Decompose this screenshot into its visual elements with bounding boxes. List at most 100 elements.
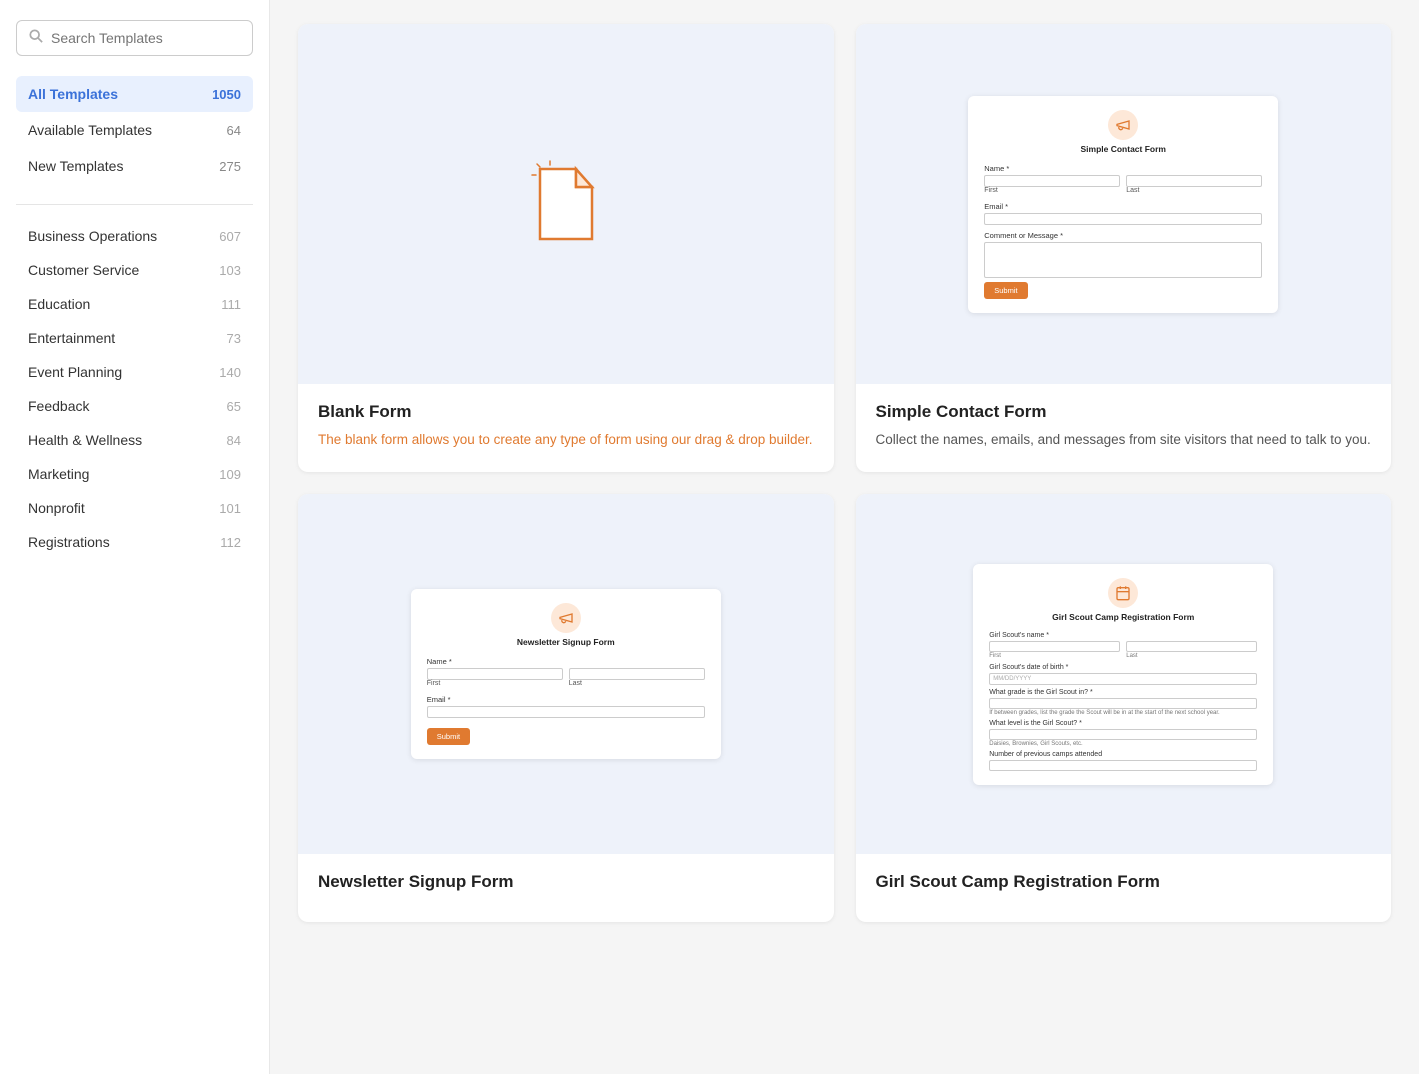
scout-dob-input: MM/DD/YYYY [989,673,1257,685]
category-list: Business Operations 607 Customer Service… [16,219,253,559]
scout-camps-input [989,760,1257,771]
category-count: 112 [220,535,241,550]
scout-last-col: Last [1126,641,1257,659]
newsletter-last-input [569,668,705,680]
category-count: 111 [221,297,241,312]
search-box[interactable] [16,20,253,56]
template-card-blank[interactable]: Blank Form The blank form allows you to … [298,24,834,472]
mini-contact-form: Simple Contact Form Name * First Last [968,96,1278,313]
templates-grid: Blank Form The blank form allows you to … [298,24,1391,922]
card-title-contact: Simple Contact Form [876,402,1372,422]
scout-dob-placeholder: MM/DD/YYYY [993,676,1031,682]
card-preview-girlscout: Girl Scout Camp Registration Form Girl S… [856,494,1392,854]
all-templates-item[interactable]: All Templates 1050 [16,76,253,112]
mini-form-header: Simple Contact Form [984,110,1262,154]
first-label: First [984,187,1120,194]
category-registrations[interactable]: Registrations 112 [16,525,253,559]
template-card-newsletter[interactable]: Newsletter Signup Form Name * First Last [298,494,834,922]
scout-last-input [1126,641,1257,652]
card-title-newsletter: Newsletter Signup Form [318,872,814,892]
category-count: 65 [227,399,241,414]
category-label: Business Operations [28,228,157,244]
category-label: Event Planning [28,364,122,380]
category-education[interactable]: Education 111 [16,287,253,321]
newsletter-form-submit[interactable]: Submit [427,728,470,745]
category-customer-service[interactable]: Customer Service 103 [16,253,253,287]
category-count: 140 [219,365,241,380]
newsletter-name-row: First Last [427,668,705,689]
card-body-newsletter: Newsletter Signup Form [298,854,834,922]
newsletter-name-label: Name * [427,657,705,666]
scout-grade-label: What grade is the Girl Scout in? * [989,689,1257,696]
scout-first-col: First [989,641,1120,659]
name-field-label: Name * [984,164,1262,173]
category-label: Education [28,296,90,312]
mini-girlscout-title: Girl Scout Camp Registration Form [1052,612,1194,622]
newsletter-first-field: First [427,668,563,689]
available-templates-label: Available Templates [28,122,152,138]
scout-level-hint: Daisies, Brownies, Girl Scouts, etc. [989,741,1257,747]
scout-dob-label: Girl Scout's date of birth * [989,664,1257,671]
category-health-wellness[interactable]: Health & Wellness 84 [16,423,253,457]
category-label: Customer Service [28,262,139,278]
template-card-contact[interactable]: Simple Contact Form Name * First Last [856,24,1392,472]
category-count: 101 [219,501,241,516]
blank-form-icon [526,159,606,249]
scout-level-input [989,729,1257,740]
category-label: Entertainment [28,330,115,346]
category-business-operations[interactable]: Business Operations 607 [16,219,253,253]
name-row: First Last [984,175,1262,196]
scout-level-label: What level is the Girl Scout? * [989,720,1257,727]
card-body-girlscout: Girl Scout Camp Registration Form [856,854,1392,922]
template-card-girlscout[interactable]: Girl Scout Camp Registration Form Girl S… [856,494,1392,922]
category-label: Health & Wellness [28,432,142,448]
newsletter-first-input [427,668,563,680]
scout-grade-input [989,698,1257,709]
comment-textarea [984,242,1262,278]
sidebar-divider [16,204,253,205]
new-templates-item[interactable]: New Templates 275 [16,148,253,184]
newsletter-first-label: First [427,680,563,687]
megaphone-icon-newsletter [551,603,581,633]
card-description-contact: Collect the names, emails, and messages … [876,430,1372,450]
scout-last-label: Last [1126,653,1257,659]
card-preview-contact: Simple Contact Form Name * First Last [856,24,1392,384]
category-marketing[interactable]: Marketing 109 [16,457,253,491]
category-count: 607 [219,229,241,244]
last-name-input [1126,175,1262,187]
card-preview-blank [298,24,834,384]
category-count: 109 [219,467,241,482]
new-templates-count: 275 [219,159,241,174]
category-feedback[interactable]: Feedback 65 [16,389,253,423]
newsletter-last-label: Last [569,680,705,687]
mini-newsletter-form: Newsletter Signup Form Name * First Last [411,589,721,759]
first-name-input [984,175,1120,187]
category-nonprofit[interactable]: Nonprofit 101 [16,491,253,525]
category-entertainment[interactable]: Entertainment 73 [16,321,253,355]
scout-name-label: Girl Scout's name * [989,632,1257,639]
main-content: Blank Form The blank form allows you to … [270,0,1419,1074]
category-label: Marketing [28,466,89,482]
card-body-contact: Simple Contact Form Collect the names, e… [856,384,1392,472]
category-event-planning[interactable]: Event Planning 140 [16,355,253,389]
mini-girlscout-form: Girl Scout Camp Registration Form Girl S… [973,564,1273,785]
category-label: Registrations [28,534,110,550]
mini-newsletter-header: Newsletter Signup Form [427,603,705,647]
newsletter-email-label: Email * [427,695,705,704]
category-label: Feedback [28,398,89,414]
scout-name-row: First Last [989,641,1257,659]
last-name-field: Last [1126,175,1262,196]
search-input[interactable] [51,30,240,46]
card-title-blank: Blank Form [318,402,814,422]
card-body-blank: Blank Form The blank form allows you to … [298,384,834,472]
available-templates-item[interactable]: Available Templates 64 [16,112,253,148]
category-label: Nonprofit [28,500,85,516]
email-label: Email * [984,202,1262,211]
scout-grade-hint: If between grades, list the grade the Sc… [989,710,1257,716]
category-count: 103 [219,263,241,278]
megaphone-icon [1108,110,1138,140]
contact-form-submit[interactable]: Submit [984,282,1027,299]
comment-label: Comment or Message * [984,231,1262,240]
email-input [984,213,1262,225]
new-templates-label: New Templates [28,158,123,174]
